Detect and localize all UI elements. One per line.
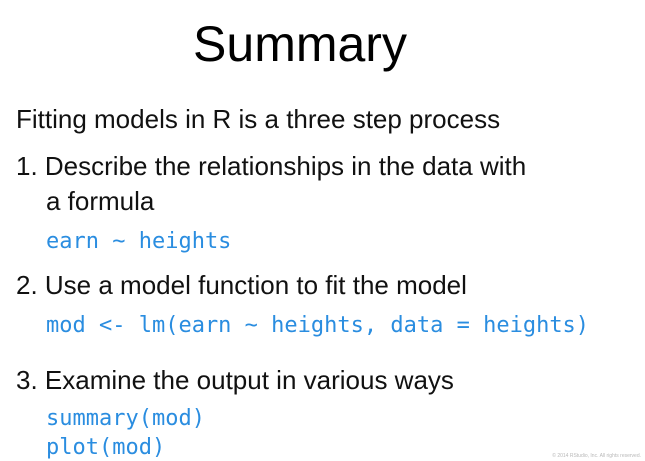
- step-2-code: mod <- lm(earn ~ heights, data = heights…: [46, 313, 590, 338]
- step-1-text-line-2: a formula: [46, 186, 155, 216]
- step-1-code: earn ~ heights: [46, 229, 232, 254]
- intro-text: Fitting models in R is a three step proc…: [16, 104, 501, 134]
- step-3-text: 3. Examine the output in various ways: [16, 365, 454, 395]
- step-1-text-line-1: 1. Describe the relationships in the dat…: [16, 151, 527, 181]
- step-2-text: 2. Use a model function to fit the model: [16, 270, 467, 300]
- slide-title: Summary: [193, 16, 407, 72]
- step-3-code-line-1: summary(mod): [46, 406, 205, 431]
- step-3-code-line-2: plot(mod): [46, 435, 166, 460]
- slide: Summary Fitting models in R is a three s…: [0, 0, 645, 461]
- copyright-footer: © 2014 RStudio, Inc. All rights reserved…: [552, 453, 641, 459]
